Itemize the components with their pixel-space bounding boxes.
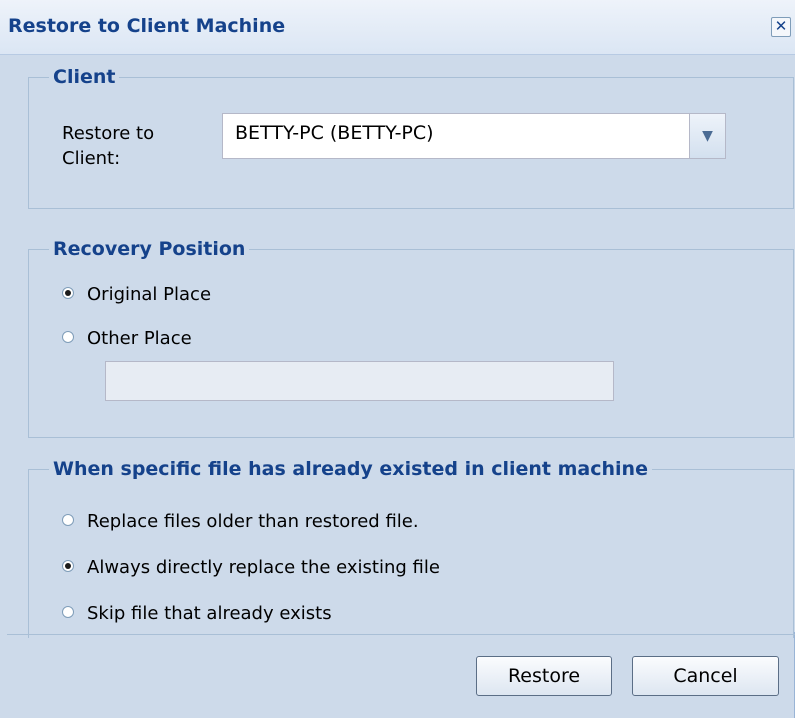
client-select-value: BETTY-PC (BETTY-PC): [235, 122, 434, 144]
radio-button-checked[interactable]: [62, 560, 74, 572]
dialog-titlebar[interactable]: Restore to Client Machine ✕: [0, 0, 795, 55]
footer-divider: [7, 634, 795, 635]
radio-button[interactable]: [62, 331, 74, 343]
radio-button-checked[interactable]: [62, 287, 74, 299]
radio-button[interactable]: [62, 514, 74, 526]
restore-button[interactable]: Restore: [476, 656, 612, 696]
client-legend: Client: [53, 66, 116, 88]
chevron-down-icon[interactable]: ▼: [689, 114, 725, 158]
radio-label: Other Place: [87, 328, 192, 349]
other-place-input[interactable]: [105, 361, 614, 401]
close-icon[interactable]: ✕: [771, 17, 791, 37]
cancel-button[interactable]: Cancel: [632, 656, 779, 696]
radio-label: Original Place: [87, 284, 212, 305]
radio-label: Replace files older than restored file.: [87, 511, 419, 532]
dialog-title: Restore to Client Machine: [8, 15, 286, 37]
restore-to-label-line1: Restore to: [62, 123, 155, 144]
client-select[interactable]: BETTY-PC (BETTY-PC) ▼: [222, 113, 726, 159]
recovery-position-legend: Recovery Position: [53, 238, 246, 260]
restore-dialog: Restore to Client Machine ✕ Client Resto…: [0, 0, 795, 718]
restore-to-label-line2: Client:: [62, 148, 121, 169]
radio-label: Always directly replace the existing fil…: [87, 557, 440, 578]
radio-label: Skip file that already exists: [87, 603, 332, 624]
file-exists-legend: When specific file has already existed i…: [53, 458, 648, 480]
radio-button[interactable]: [62, 606, 74, 618]
